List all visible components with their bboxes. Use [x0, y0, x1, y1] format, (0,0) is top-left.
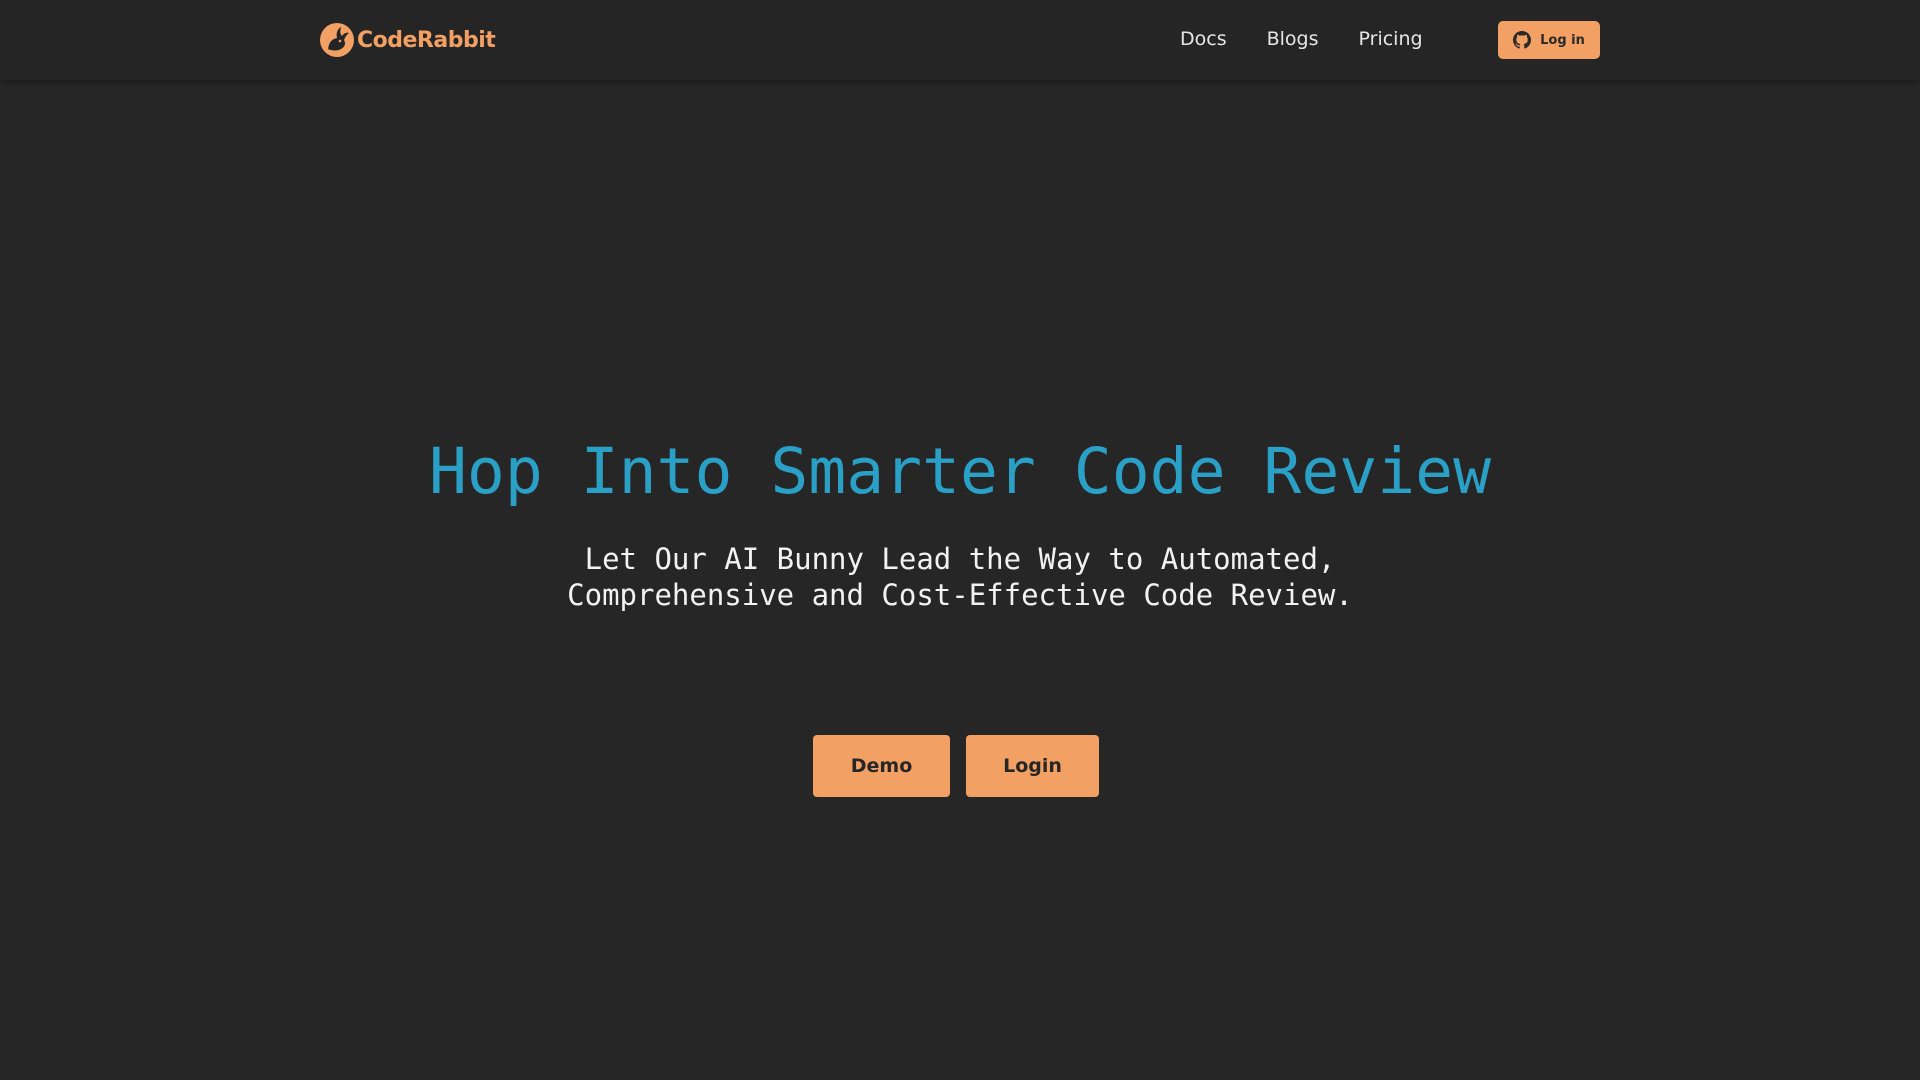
main-nav: Docs Blogs Pricing — [1180, 0, 1463, 80]
demo-button[interactable]: Demo — [813, 735, 950, 797]
github-login-label: Log in — [1540, 32, 1585, 48]
nav-link-blogs[interactable]: Blogs — [1267, 29, 1319, 51]
rabbit-logo-icon — [320, 23, 354, 57]
hero-subtitle-line-2: Comprehensive and Cost-Effective Code Re… — [567, 578, 1353, 612]
github-icon — [1513, 31, 1532, 49]
nav-link-docs[interactable]: Docs — [1180, 29, 1227, 51]
hero-subtitle: Let Our AI Bunny Lead the Way to Automat… — [0, 541, 1920, 613]
top-navbar: CodeRabbit Docs Blogs Pricing Log in — [0, 0, 1920, 80]
github-login-button[interactable]: Log in — [1498, 21, 1600, 59]
hero-title: Hop Into Smarter Code Review — [428, 435, 1492, 508]
nav-link-pricing[interactable]: Pricing — [1359, 29, 1423, 51]
cta-button-group: Demo Login — [0, 735, 1920, 797]
hero-subtitle-line-1: Let Our AI Bunny Lead the Way to Automat… — [584, 542, 1336, 576]
logo-link[interactable]: CodeRabbit — [319, 22, 496, 58]
login-button[interactable]: Login — [966, 735, 1099, 797]
logo-text: CodeRabbit — [357, 27, 496, 53]
